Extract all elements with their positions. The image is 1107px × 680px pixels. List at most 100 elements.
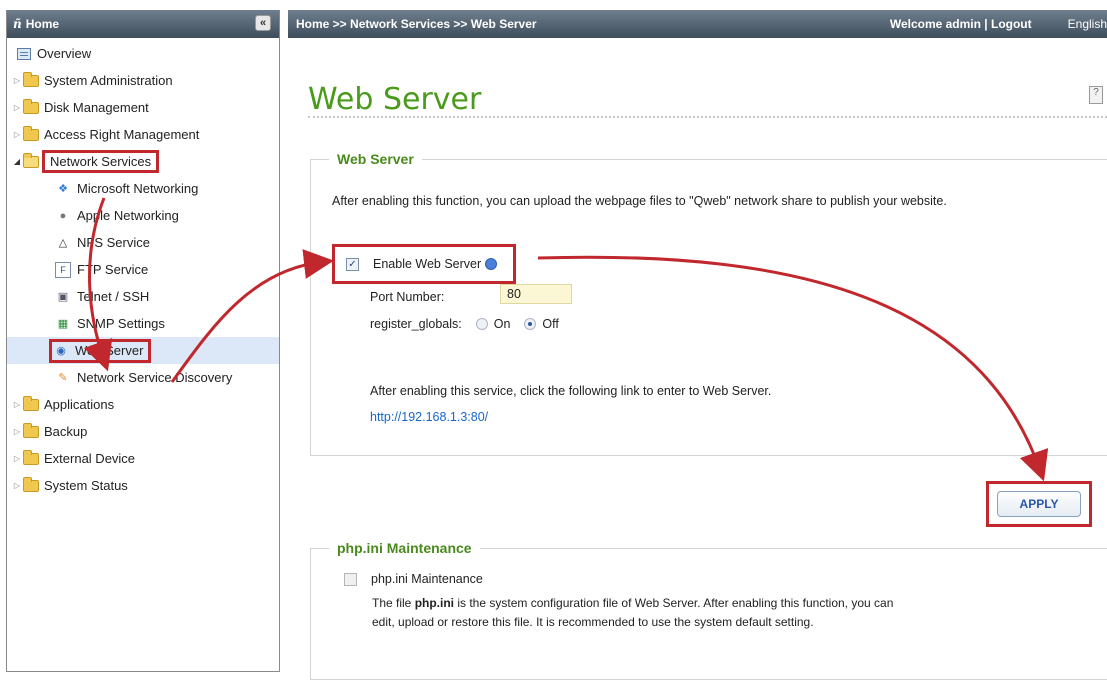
sidebar-title: Home [25,17,60,31]
register-globals-on-radio[interactable] [475,318,488,330]
home-icon: ñ [13,17,22,31]
folder-icon [23,125,39,141]
tree-item-snmp-settings[interactable]: ▦ SNMP Settings [7,310,279,337]
web-server-description: After enabling this function, you can up… [332,194,947,208]
tree-item-label: System Status [44,478,128,493]
windows-icon: ❖ [58,183,68,195]
port-number-label: Port Number: [370,290,445,304]
enable-web-server-checkbox[interactable]: ✓ [346,257,359,271]
tree-item-label: Applications [44,397,115,412]
apple-icon: ● [59,209,67,222]
web-server-legend: Web Server [337,151,414,167]
folder-icon [23,395,39,411]
info-icon[interactable] [485,258,498,270]
expand-icon[interactable]: ▷ [11,427,23,436]
tree-item-label: Overview [37,46,92,61]
tree-item-label: Telnet / SSH [77,289,150,304]
top-bar: Home >> Network Services >> Web Server W… [288,10,1107,38]
app-window: ñ Home « Overview ▷ System Administratio… [0,0,1107,680]
breadcrumb: Home >> Network Services >> Web Server [296,17,537,31]
port-number-input[interactable] [500,284,572,304]
expand-icon[interactable]: ▷ [11,454,23,463]
expand-icon[interactable]: ▷ [11,76,23,85]
sidebar-header: ñ Home « [7,10,279,38]
tree-item-label: Web Server [75,343,144,358]
main-panel: Web Server ? Web Server After enabling t… [288,38,1107,680]
apply-button[interactable]: APPLY [997,491,1081,517]
expand-icon[interactable]: ▷ [11,130,23,139]
link-description: After enabling this service, click the f… [370,384,772,398]
tree-item-network-services[interactable]: ◢ Network Services [7,148,279,175]
tree-item-system-status[interactable]: ▷ System Status [7,472,279,499]
terminal-icon: ▣ [57,291,69,303]
tree-item-ftp-service[interactable]: F FTP Service [7,256,279,283]
collapse-sidebar-button[interactable]: « [255,15,271,31]
expand-icon[interactable]: ▷ [11,481,23,490]
tree-item-label: NFS Service [77,235,150,250]
tree-item-label: Access Right Management [44,127,200,142]
tree-item-nfs-service[interactable]: △ NFS Service [7,229,279,256]
enable-web-server-row: ✓ Enable Web Server [346,257,498,271]
tree-item-label: Network Services [41,150,160,173]
php-ini-filename: php.ini [414,596,455,610]
off-label: Off [542,317,559,331]
discovery-icon: ✎ [58,372,68,384]
ftp-icon: F [55,261,71,278]
enable-web-server-label: Enable Web Server [373,257,482,271]
tree-item-telnet-ssh[interactable]: ▣ Telnet / SSH [7,283,279,310]
globe-icon: ◉ [56,345,66,357]
php-ini-description: The file php.ini is the system configura… [372,594,893,632]
tree-item-system-administration[interactable]: ▷ System Administration [7,67,279,94]
nfs-icon: △ [58,237,68,249]
navigation-tree: Overview ▷ System Administration ▷ Disk … [7,38,279,499]
collapse-icon[interactable]: ◢ [11,157,23,166]
tree-item-overview[interactable]: Overview [7,40,279,67]
on-label: On [493,317,511,331]
overview-icon [17,47,31,60]
language-selector[interactable]: English [1068,17,1107,31]
php-ini-legend: php.ini Maintenance [337,540,472,556]
expand-icon[interactable]: ▷ [11,400,23,409]
folder-icon [23,422,39,438]
tree-item-label: External Device [44,451,136,466]
folder-icon [23,476,39,492]
desc-text: is the system configuration file of Web … [454,596,894,610]
expand-icon[interactable]: ▷ [11,103,23,112]
folder-icon [23,71,39,87]
php-ini-checkbox[interactable] [344,572,357,586]
folder-icon [23,449,39,465]
register-globals-row: register_globals: On Off [370,317,559,331]
snmp-icon: ▦ [57,318,69,330]
tree-item-label: FTP Service [77,262,149,277]
tree-item-disk-management[interactable]: ▷ Disk Management [7,94,279,121]
folder-open-icon [23,152,39,168]
tree-item-network-service-discovery[interactable]: ✎ Network Service Discovery [7,364,279,391]
tree-item-label: Microsoft Networking [77,181,199,196]
page-title: Web Server [308,82,482,117]
sidebar: ñ Home « Overview ▷ System Administratio… [6,10,280,672]
php-ini-checkbox-label: php.ini Maintenance [371,572,483,586]
desc-text: edit, upload or restore this file. It is… [372,615,814,629]
tree-item-external-device[interactable]: ▷ External Device [7,445,279,472]
folder-icon [23,98,39,114]
tree-item-label: Backup [44,424,88,439]
tree-item-web-server[interactable]: ◉ Web Server [7,337,279,364]
tree-item-backup[interactable]: ▷ Backup [7,418,279,445]
tree-item-label: Disk Management [44,100,149,115]
title-divider [308,116,1107,118]
tree-item-label: Network Service Discovery [77,370,233,385]
tree-item-label: SNMP Settings [77,316,165,331]
register-globals-off-radio[interactable] [524,318,537,330]
tree-item-microsoft-networking[interactable]: ❖ Microsoft Networking [7,175,279,202]
tree-item-label: System Administration [44,73,173,88]
tree-item-access-right-management[interactable]: ▷ Access Right Management [7,121,279,148]
register-globals-label: register_globals: [370,317,462,331]
tree-item-applications[interactable]: ▷ Applications [7,391,279,418]
web-server-link[interactable]: http://192.168.1.3:80/ [370,410,488,424]
help-icon[interactable]: ? [1089,86,1103,104]
tree-item-apple-networking[interactable]: ● Apple Networking [7,202,279,229]
tree-item-label: Apple Networking [77,208,179,223]
php-ini-row: php.ini Maintenance [344,572,483,586]
apply-highlight-box: APPLY [986,481,1092,527]
welcome-logout-link[interactable]: Welcome admin | Logout [890,17,1032,31]
